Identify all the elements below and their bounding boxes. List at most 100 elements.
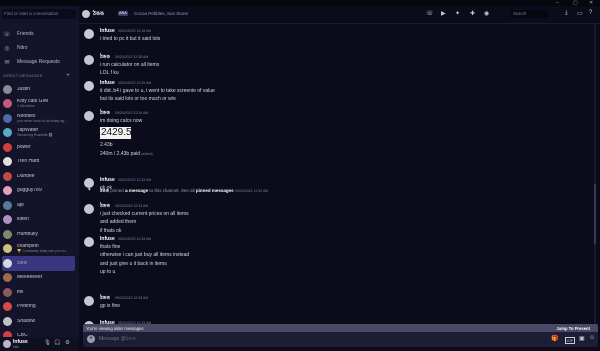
dm-text: Kitty cats GIM 4 Members <box>17 99 75 108</box>
avatar[interactable] <box>84 55 94 65</box>
message-text: and added them <box>100 219 137 225</box>
search-input[interactable]: Search <box>510 10 548 18</box>
dm-item[interactable]: kitten <box>2 213 75 228</box>
dm-text: gugguy789 <box>17 188 75 193</box>
message-author[interactable]: Infuse <box>100 236 115 242</box>
dm-header-label: DIRECT MESSAGES <box>3 74 43 78</box>
scrollbar-thumb[interactable] <box>594 184 596 244</box>
nav-friends[interactable]: ☏ Friends <box>2 28 76 40</box>
settings-icon[interactable]: ⚙ <box>65 340 70 346</box>
pinned-message-link[interactable]: a message <box>125 188 148 193</box>
dm-item[interactable]: Tren Hard <box>2 155 75 170</box>
scrollbar[interactable] <box>594 24 596 324</box>
dm-text: kitten <box>17 217 75 222</box>
dm-name: Duhdee <box>17 173 35 179</box>
inbox-icon[interactable]: ▭ <box>577 10 583 17</box>
dm-text: Noodlex you never have to do today ag... <box>17 114 75 123</box>
dm-name: Justin <box>17 86 31 92</box>
call-icon[interactable]: ☏ <box>426 10 434 17</box>
user-avatar[interactable] <box>3 340 11 348</box>
edited-marker: (edited) <box>141 152 153 156</box>
dm-name: gugguy789 <box>17 188 42 194</box>
avatar <box>3 99 12 109</box>
message-input[interactable]: Message @ঠঙঙ <box>99 336 136 344</box>
message-text: otherwise i can just buy all items inste… <box>100 252 190 258</box>
message-text: thats fine <box>100 243 121 250</box>
avatar[interactable] <box>84 111 94 121</box>
jump-to-present-button[interactable]: Jump To Present <box>556 326 590 331</box>
nitro-icon: ◎ <box>4 45 10 52</box>
dm-item[interactable]: Justin <box>2 82 75 97</box>
avatar[interactable] <box>84 81 94 91</box>
dm-item[interactable]: gugguy789 <box>2 184 75 199</box>
pinned-system-message: ✦ ঠঙঙ pinned a message to this channel. … <box>79 187 579 195</box>
help-icon[interactable]: ? <box>589 10 592 16</box>
nav-label: Nitro <box>17 45 28 51</box>
dm-item[interactable]: Duhdee <box>2 169 75 184</box>
add-dm-icon[interactable]: + <box>66 73 70 79</box>
channel-title: ঠঙঙ <box>93 11 105 17</box>
dm-item[interactable]: Prefiring <box>2 300 75 315</box>
message-author[interactable]: Infuse <box>100 28 115 34</box>
pin-icon[interactable]: ✦ <box>455 10 460 17</box>
dm-item[interactable]: api <box>2 198 75 213</box>
message-author[interactable]: Infuse <box>100 177 115 183</box>
dm-sidebar: Find or start a conversation ☏ Friends ◎ Ni… <box>0 6 79 351</box>
dm-name: Prefiring <box>17 304 36 310</box>
dm-item[interactable]: trill <box>2 285 75 300</box>
message-text: gp is fine <box>100 302 121 309</box>
avatar[interactable] <box>84 178 94 188</box>
avatar <box>3 84 12 94</box>
gift-icon[interactable]: 🎁 <box>551 335 558 342</box>
avatar[interactable] <box>84 296 94 306</box>
direct-messages-header: DIRECT MESSAGES + <box>3 73 76 80</box>
pinned-messages-link[interactable]: pinned messages <box>196 188 234 193</box>
pin-timestamp: 05/24/2022 12:32 AM <box>234 189 269 193</box>
dm-item[interactable]: Noodlex you never have to do today ag... <box>2 111 75 126</box>
dm-text: Meeeeeeet <box>17 275 75 280</box>
profile-icon[interactable]: ◉ <box>484 10 489 17</box>
message-timestamp: 05/24/2022 12:33 AM <box>118 177 152 182</box>
add-member-icon[interactable]: ✚ <box>470 10 475 17</box>
dm-item[interactable]: Shadow <box>2 314 75 329</box>
dm-item[interactable]: Kitty cats GIM 4 Members <box>2 97 75 112</box>
dm-subtext: 🏆 Constantly baby can you co... <box>17 249 69 254</box>
dm-name: kitten <box>17 217 29 223</box>
dm-item[interactable]: power <box>2 140 75 155</box>
message-text: but its said lots or too much or w/e <box>100 96 176 102</box>
dm-item[interactable]: ঠঙঙ <box>2 256 75 271</box>
headset-icon[interactable]: 🎧 <box>54 340 61 346</box>
dm-name: Shadow <box>17 318 36 324</box>
dm-item[interactable]: TapWater Streaming Roadsite 🅱 <box>2 126 75 141</box>
download-icon[interactable]: ⤓ <box>565 10 568 17</box>
gif-icon[interactable]: GIF <box>565 337 575 344</box>
avatar[interactable] <box>84 204 94 214</box>
message-author[interactable]: Infuse <box>100 80 115 86</box>
avatar <box>3 316 12 326</box>
attach-plus-icon[interactable]: + <box>87 335 95 343</box>
message-text: i just checked current prices on all ite… <box>100 210 189 217</box>
message-text-content: 2.43b <box>100 142 113 148</box>
nav-envelope[interactable]: ✉ Message Requests <box>2 56 76 68</box>
dm-item[interactable]: Meeeeeeet <box>2 271 75 286</box>
dm-item[interactable]: Humbully <box>2 227 75 242</box>
avatar <box>3 244 12 254</box>
pin-mid-text: to this channel. See all <box>149 188 195 193</box>
video-icon[interactable]: ▶ <box>441 10 446 17</box>
find-conversation-input[interactable]: Find or start a conversation <box>2 9 76 19</box>
nav-label: Message Requests <box>17 59 60 65</box>
emoji-icon[interactable]: ☺ <box>589 335 595 341</box>
nav-nitro[interactable]: ◎ Nitro <box>2 42 76 54</box>
dm-text: api <box>17 203 75 208</box>
avatar <box>3 273 12 283</box>
dm-list: Justin Kitty cats GIM 4 Members Noodlex you … <box>2 82 75 343</box>
dm-name: Meeeeeeet <box>17 275 43 281</box>
message-text: it did..b4 i gave to u, i went to take s… <box>100 87 215 94</box>
avatar[interactable] <box>84 237 94 247</box>
avatar[interactable] <box>84 29 94 39</box>
sticker-icon[interactable]: ▣ <box>579 335 585 342</box>
message-text: LOL f ku <box>100 70 119 76</box>
mic-icon[interactable]: 🎙 <box>44 340 51 346</box>
avatar <box>3 157 12 167</box>
dm-item[interactable]: champion 🏆 Constantly baby can you co... <box>2 242 75 257</box>
